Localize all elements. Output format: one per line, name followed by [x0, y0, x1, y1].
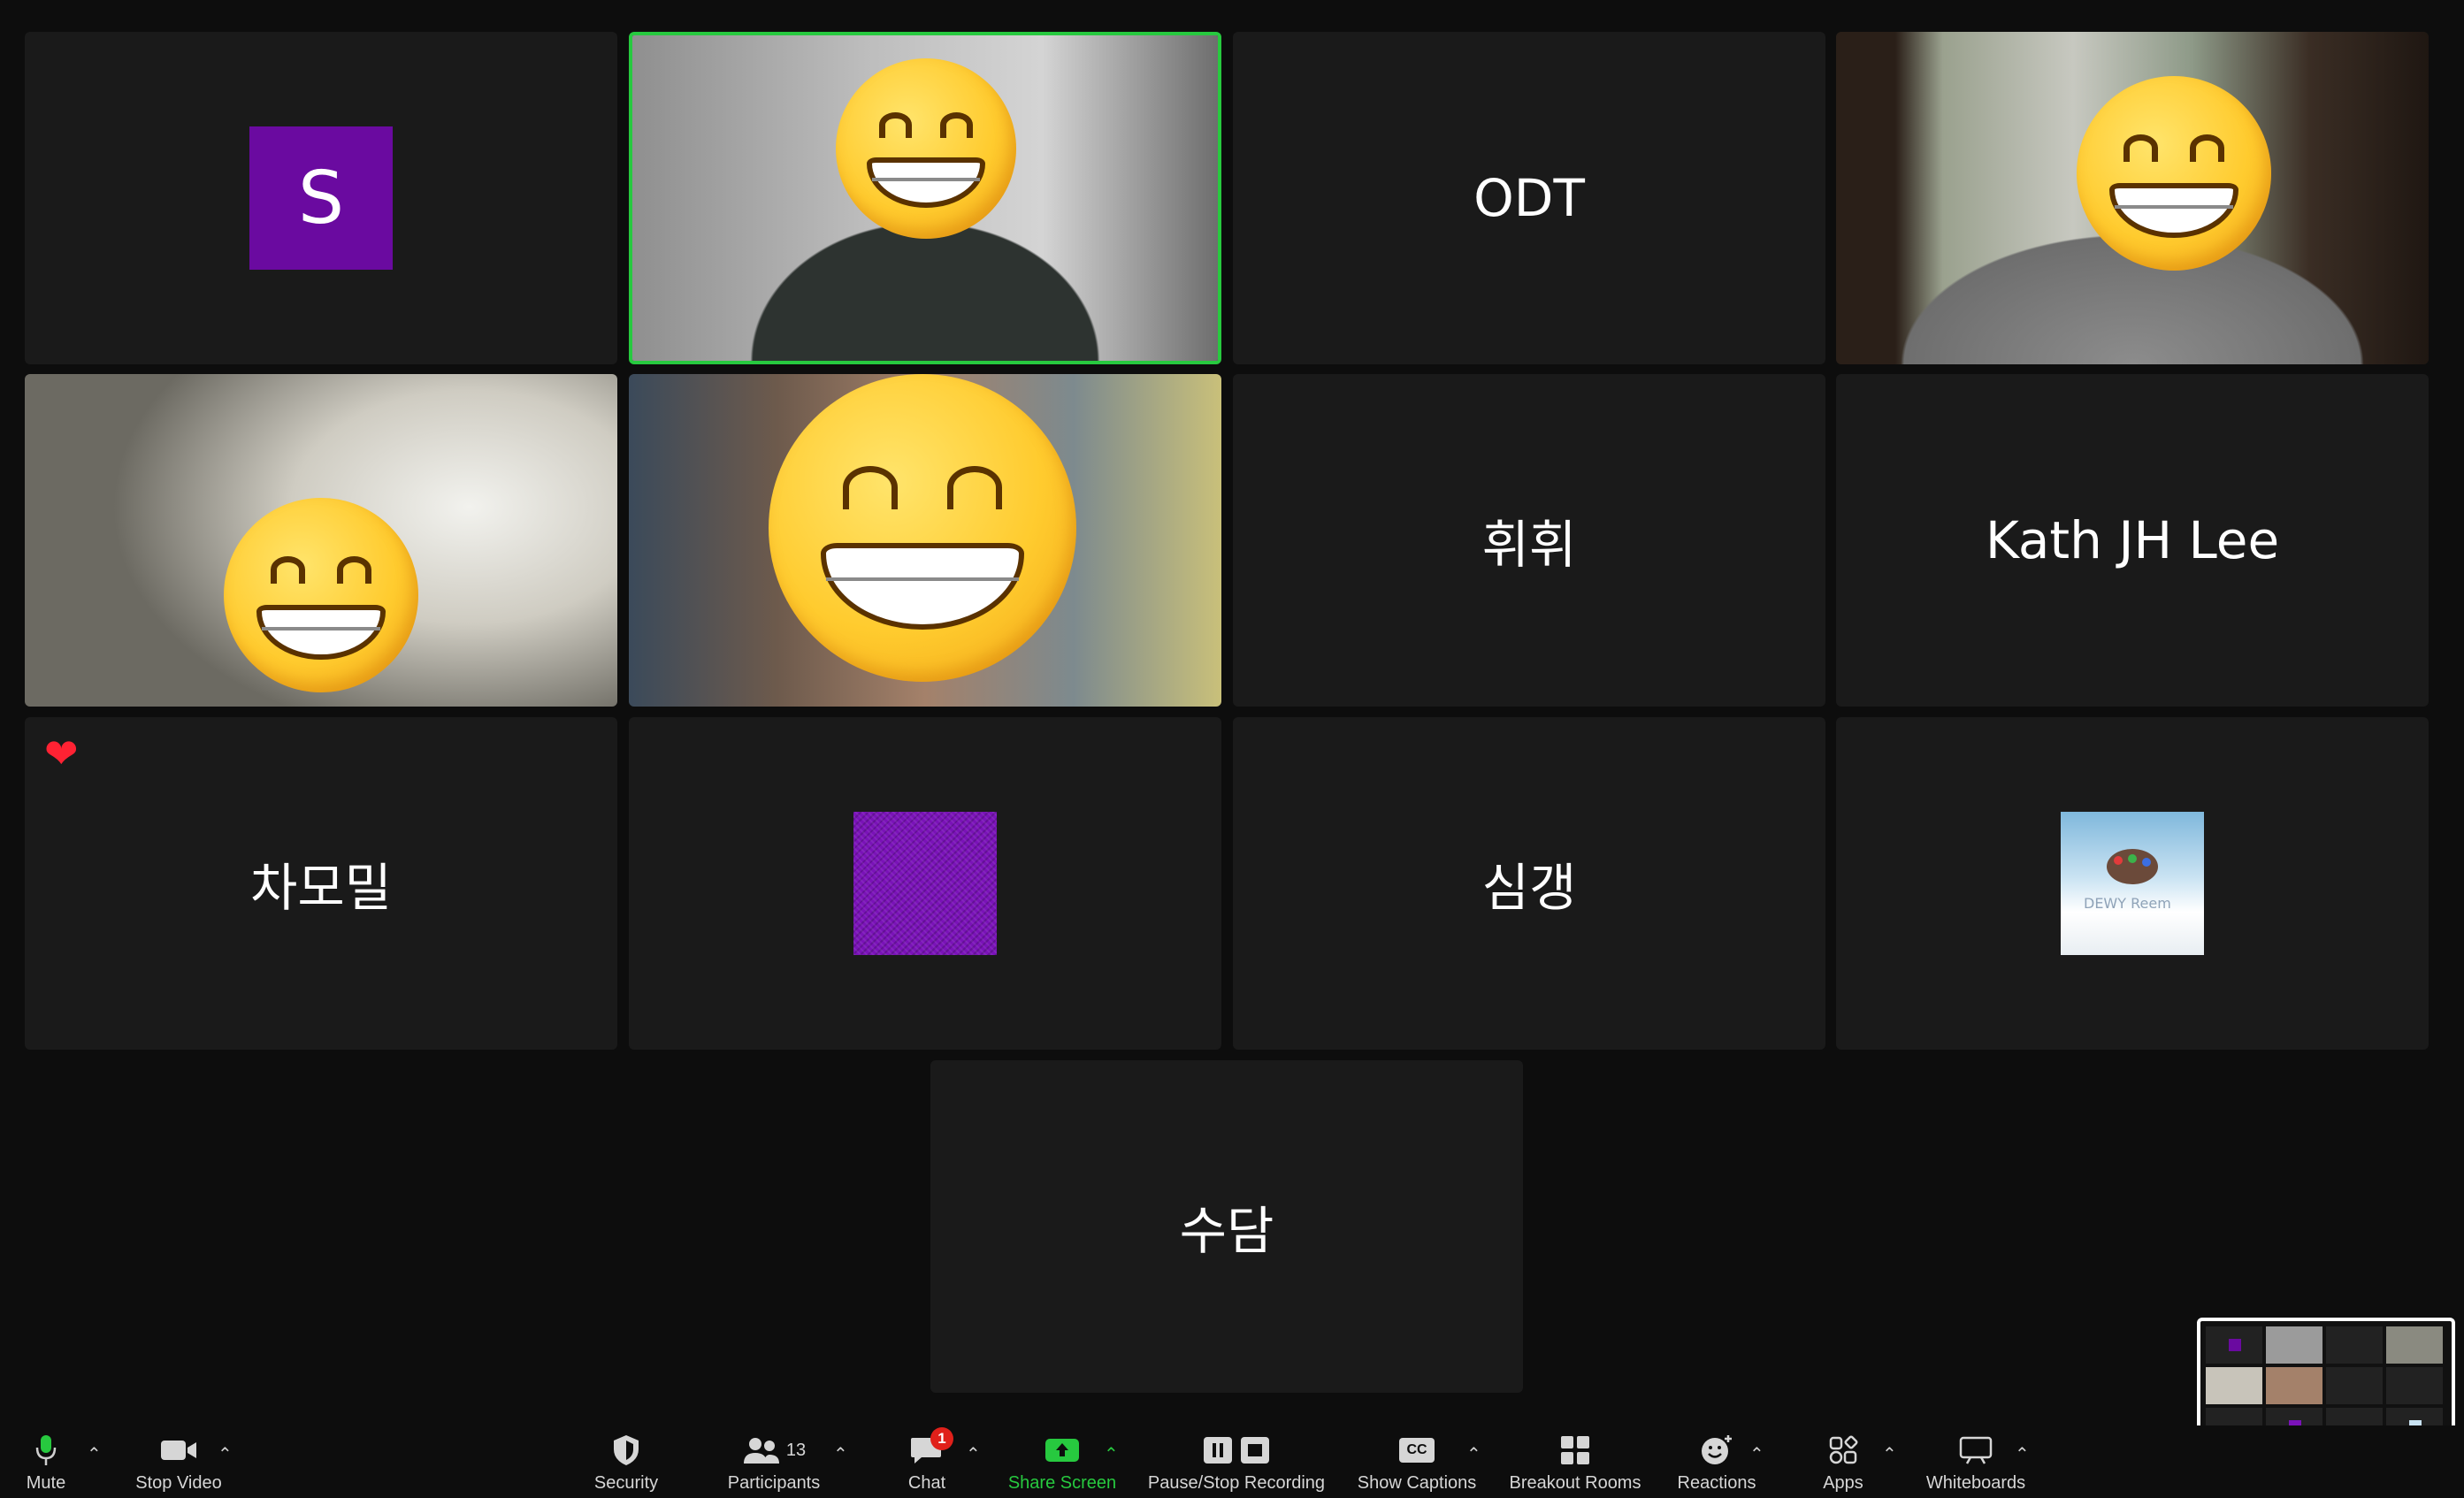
security-button[interactable]: Security	[584, 1425, 669, 1498]
grinning-face-emoji	[224, 498, 418, 692]
video-camera-icon	[159, 1433, 198, 1468]
share-options-caret-icon[interactable]: ⌃	[1104, 1443, 1119, 1465]
stop-video-label: Stop Video	[135, 1473, 222, 1493]
video-tile-active-speaker[interactable]	[629, 32, 1221, 364]
participant-name: 차모밀	[249, 858, 393, 918]
video-options-caret-icon[interactable]: ⌃	[218, 1443, 233, 1465]
mini-tile	[2326, 1367, 2383, 1404]
apps-options-caret-icon[interactable]: ⌃	[1882, 1443, 1897, 1465]
mute-label: Mute	[26, 1473, 66, 1493]
participant-name: 수담	[1179, 1201, 1274, 1261]
shield-icon	[611, 1433, 641, 1468]
apps-label: Apps	[1823, 1473, 1863, 1493]
video-tile-sky[interactable]: DEWY Reem	[1836, 717, 2429, 1050]
participant-name: ODT	[1473, 168, 1585, 228]
avatar-caption: DEWY Reem	[2084, 895, 2171, 912]
avatar	[853, 812, 997, 955]
share-screen-icon	[1044, 1433, 1081, 1468]
captions-options-caret-icon[interactable]: ⌃	[1466, 1443, 1481, 1465]
mini-tile	[2386, 1326, 2443, 1364]
participant-name: Kath JH Lee	[1985, 510, 2280, 570]
mini-tile	[2386, 1367, 2443, 1404]
video-tile-chamomil[interactable]: ❤ 차모밀	[25, 717, 617, 1050]
chat-bubble-icon: 1	[909, 1427, 953, 1468]
captions-label: Show Captions	[1357, 1473, 1477, 1493]
reactions-label: Reactions	[1677, 1473, 1756, 1493]
whiteboard-icon	[1958, 1433, 1993, 1468]
meeting-toolbar: Mute ⌃ Stop Video ⌃ Security 13 Particip…	[0, 1425, 2464, 1498]
mini-tile	[2266, 1326, 2322, 1364]
mini-tile	[2206, 1326, 2262, 1364]
breakout-rooms-button[interactable]: Breakout Rooms	[1504, 1425, 1647, 1498]
whiteboards-options-caret-icon[interactable]: ⌃	[2015, 1443, 2030, 1465]
participants-label: Participants	[727, 1473, 821, 1493]
breakout-label: Breakout Rooms	[1509, 1473, 1641, 1493]
video-tile-odt[interactable]: ODT	[1233, 32, 1825, 364]
video-tile-simgaeng[interactable]: 심갱	[1233, 717, 1825, 1050]
video-tile-kath[interactable]: Kath JH Lee	[1836, 374, 2429, 707]
palette-icon	[2107, 849, 2158, 884]
apps-icon	[1828, 1433, 1858, 1468]
avatar-letter: S	[297, 156, 345, 241]
chat-options-caret-icon[interactable]: ⌃	[966, 1443, 981, 1465]
breakout-rooms-icon	[1559, 1433, 1591, 1468]
participants-button[interactable]: 13 Participants	[718, 1425, 830, 1498]
mute-button[interactable]: Mute	[12, 1425, 80, 1498]
mini-tile	[2326, 1326, 2383, 1364]
audio-options-caret-icon[interactable]: ⌃	[87, 1443, 102, 1465]
avatar: S	[249, 126, 393, 270]
smiley-plus-icon	[1699, 1433, 1734, 1468]
video-tile-purple[interactable]	[629, 717, 1221, 1050]
participants-options-caret-icon[interactable]: ⌃	[833, 1443, 848, 1465]
show-captions-button[interactable]: CC Show Captions	[1348, 1425, 1486, 1498]
chat-unread-badge: 1	[930, 1427, 953, 1450]
avatar: DEWY Reem	[2061, 812, 2204, 955]
whiteboards-label: Whiteboards	[1925, 1473, 2026, 1493]
participant-name: 심갱	[1481, 858, 1577, 918]
mini-tile	[2206, 1367, 2262, 1404]
heart-icon: ❤	[44, 730, 79, 776]
participant-name: 휘휘	[1481, 515, 1577, 575]
grinning-face-emoji	[2077, 76, 2271, 271]
closed-captions-icon: CC	[1399, 1433, 1435, 1468]
chat-label: Chat	[907, 1473, 946, 1493]
apps-button[interactable]: Apps	[1818, 1425, 1868, 1498]
video-tile-hands[interactable]	[25, 374, 617, 707]
video-tile-hwihwi[interactable]: 휘휘	[1233, 374, 1825, 707]
share-screen-label: Share Screen	[1007, 1473, 1117, 1493]
video-tile-sudam[interactable]: 수담	[930, 1060, 1523, 1393]
cc-icon-text: CC	[1406, 1442, 1427, 1457]
pause-stop-recording-button[interactable]: Pause/Stop Recording	[1141, 1425, 1332, 1498]
grinning-face-emoji	[769, 374, 1076, 682]
mini-tile	[2266, 1367, 2322, 1404]
chat-button[interactable]: 1 Chat	[899, 1425, 955, 1498]
video-tile-s[interactable]: S	[25, 32, 617, 364]
security-label: Security	[593, 1473, 659, 1493]
video-tile-spread-hands[interactable]	[629, 374, 1221, 707]
reactions-options-caret-icon[interactable]: ⌃	[1749, 1443, 1764, 1465]
grinning-face-emoji	[836, 58, 1016, 239]
participants-count: 13	[785, 1440, 807, 1460]
participants-icon: 13	[742, 1433, 806, 1468]
microphone-icon	[35, 1433, 57, 1468]
recording-label: Pause/Stop Recording	[1147, 1473, 1326, 1493]
recording-controls-icon	[1200, 1433, 1273, 1468]
video-tile-window[interactable]	[1836, 32, 2429, 364]
